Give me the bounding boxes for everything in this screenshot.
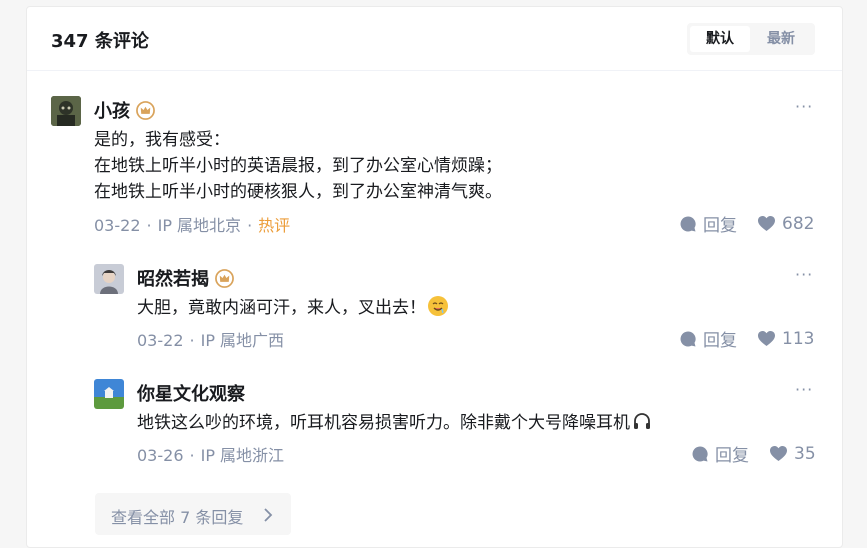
author-name[interactable]: 小孩	[94, 97, 130, 123]
author-name[interactable]: 你星文化观察	[137, 380, 245, 406]
comment-date: 03-22	[94, 216, 141, 235]
more-options-icon[interactable]: ···	[795, 97, 813, 116]
author-name[interactable]: 昭然若揭	[137, 265, 209, 291]
avatar[interactable]	[94, 379, 124, 409]
heart-icon	[758, 330, 775, 347]
ip-location: IP 属地浙江	[200, 446, 285, 465]
like-count: 682	[782, 213, 815, 234]
reply-icon	[692, 445, 708, 461]
more-options-icon[interactable]: ···	[795, 380, 813, 399]
like-button[interactable]: 682	[757, 214, 814, 234]
reply-icon	[680, 330, 696, 346]
headphones-icon	[634, 413, 650, 429]
reply-button[interactable]: 回复	[679, 211, 737, 236]
heart-icon	[758, 215, 775, 232]
sort-default-button[interactable]: 默认	[690, 26, 750, 52]
comment-text: 大胆，竟敢内涵可汗，来人，叉出去！	[137, 295, 448, 321]
like-button[interactable]: 35	[769, 444, 816, 464]
chevron-right-icon	[264, 508, 273, 522]
reply-button[interactable]: 回复	[691, 441, 749, 466]
comment-meta: 03-26 · IP 属地浙江	[137, 446, 285, 465]
reply-icon	[680, 215, 696, 231]
heart-icon	[770, 445, 787, 462]
like-count: 113	[782, 328, 815, 349]
drooling-emoji-icon	[428, 296, 448, 316]
crown-badge-icon	[136, 100, 155, 120]
avatar[interactable]	[94, 264, 124, 294]
comments-header: 347 条评论 默认 最新	[27, 7, 842, 71]
comment-count-title: 347 条评论	[51, 31, 149, 52]
view-all-replies-button[interactable]: 查看全部 7 条回复	[95, 493, 291, 535]
comments-card: 347 条评论 默认 最新 小孩 ··· 是的，我有感受： 在地铁上听半小时的英…	[26, 6, 843, 548]
more-options-icon[interactable]: ···	[795, 265, 813, 284]
comment-text: 地铁这么吵的环境，听耳机容易损害听力。除非戴个大号降噪耳机	[137, 410, 652, 436]
crown-badge-icon	[215, 268, 234, 288]
comment-line: 在地铁上听半小时的英语晨报，到了办公室心情烦躁；	[94, 156, 502, 176]
like-count: 35	[794, 443, 816, 464]
comment-meta: 03-22 · IP 属地广西	[137, 331, 285, 350]
sort-toggle: 默认 最新	[687, 23, 815, 55]
avatar[interactable]	[51, 96, 81, 126]
reply-button[interactable]: 回复	[679, 326, 737, 351]
hot-comment-tag: 热评	[258, 216, 291, 235]
comment-date: 03-22	[137, 331, 184, 350]
comment-meta: 03-22 · IP 属地北京 · 热评	[94, 216, 291, 235]
ip-location: IP 属地广西	[200, 331, 285, 350]
comment-date: 03-26	[137, 446, 184, 465]
comment-line: 是的，我有感受：	[94, 130, 230, 150]
sort-latest-button[interactable]: 最新	[751, 26, 811, 52]
like-button[interactable]: 113	[757, 329, 814, 349]
comment-line: 在地铁上听半小时的硬核狠人，到了办公室神清气爽。	[94, 182, 502, 202]
comment-text: 是的，我有感受： 在地铁上听半小时的英语晨报，到了办公室心情烦躁； 在地铁上听半…	[94, 127, 502, 205]
ip-location: IP 属地北京	[157, 216, 242, 235]
